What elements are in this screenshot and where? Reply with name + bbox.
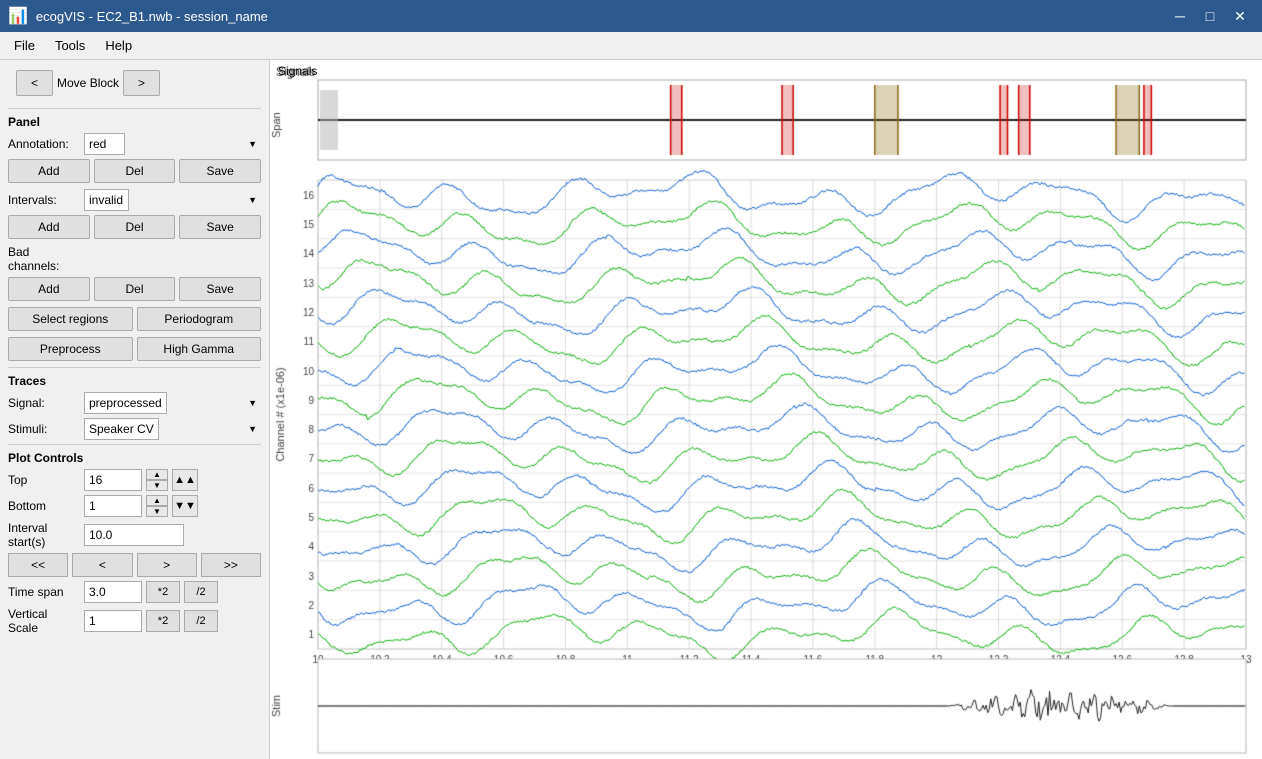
menu-help[interactable]: Help [95,34,142,57]
bottom-down-button[interactable]: ▼ [146,506,168,517]
top-up-button[interactable]: ▲ [146,469,168,480]
preprocess-button[interactable]: Preprocess [8,337,133,361]
bad-channels-save-button[interactable]: Save [179,277,261,301]
menu-bar: File Tools Help [0,32,1262,60]
signals-title: Signals [278,64,317,78]
top-down-button[interactable]: ▼ [146,480,168,491]
vertical-scale-input[interactable] [84,610,142,632]
next-block-button[interactable]: > [123,70,160,96]
high-gamma-button[interactable]: High Gamma [137,337,262,361]
top-input[interactable] [84,469,142,491]
prev-block-button[interactable]: < [16,70,53,96]
bottom-input[interactable] [84,495,142,517]
annotation-select[interactable]: red blue green [84,133,125,155]
interval-start-input[interactable] [84,524,184,546]
panel-section-title: Panel [8,115,261,129]
right-panel: Signals [270,60,1262,759]
app-icon: 📊 [8,6,28,26]
bad-channels-del-button[interactable]: Del [94,277,176,301]
traces-section-title: Traces [8,374,261,388]
seek-end-button[interactable]: >> [201,553,261,577]
bottom-double-down-button[interactable]: ▼▼ [172,495,198,517]
main-content: < Move Block > Panel Annotation: red blu… [0,60,1262,759]
intervals-label: Intervals: [8,193,80,207]
seek-start-button[interactable]: << [8,553,68,577]
menu-file[interactable]: File [4,34,45,57]
left-panel: < Move Block > Panel Annotation: red blu… [0,60,270,759]
intervals-del-button[interactable]: Del [94,215,176,239]
move-block-label: Move Block [57,76,119,90]
plot-controls-title: Plot Controls [8,451,261,465]
intervals-add-button[interactable]: Add [8,215,90,239]
time-span-label: Time span [8,585,80,599]
minimize-button[interactable]: ─ [1166,2,1194,30]
periodogram-button[interactable]: Periodogram [137,307,262,331]
intervals-select[interactable]: invalid valid [84,189,129,211]
top-label: Top [8,473,80,487]
bad-channels-label: Bad channels: [8,245,80,273]
title-bar: 📊 ecogVIS - EC2_B1.nwb - session_name ─ … [0,0,1262,32]
select-regions-button[interactable]: Select regions [8,307,133,331]
top-double-up-button[interactable]: ▲▲ [172,469,198,491]
stimuli-label: Stimuli: [8,422,80,436]
interval-start-label: Interval start(s) [8,521,80,549]
bad-channels-add-button[interactable]: Add [8,277,90,301]
bottom-up-button[interactable]: ▲ [146,495,168,506]
main-plot-canvas[interactable] [270,60,1262,759]
seek-next-button[interactable]: > [137,553,197,577]
annotation-add-button[interactable]: Add [8,159,90,183]
menu-tools[interactable]: Tools [45,34,95,57]
maximize-button[interactable]: □ [1196,2,1224,30]
time-span-input[interactable] [84,581,142,603]
vertical-scale-div2-button[interactable]: /2 [184,610,218,632]
annotation-label: Annotation: [8,137,80,151]
signal-select[interactable]: preprocessed raw [84,392,167,414]
annotation-save-button[interactable]: Save [179,159,261,183]
signal-label: Signal: [8,396,80,410]
close-button[interactable]: ✕ [1226,2,1254,30]
time-span-div2-button[interactable]: /2 [184,581,218,603]
seek-prev-button[interactable]: < [72,553,132,577]
intervals-save-button[interactable]: Save [179,215,261,239]
vertical-scale-mult2-button[interactable]: *2 [146,610,180,632]
time-span-mult2-button[interactable]: *2 [146,581,180,603]
annotation-del-button[interactable]: Del [94,159,176,183]
vertical-scale-label: Vertical Scale [8,607,80,635]
window-title: ecogVIS - EC2_B1.nwb - session_name [36,9,268,24]
bottom-label: Bottom [8,499,80,513]
stimuli-select[interactable]: Speaker CV None [84,418,159,440]
